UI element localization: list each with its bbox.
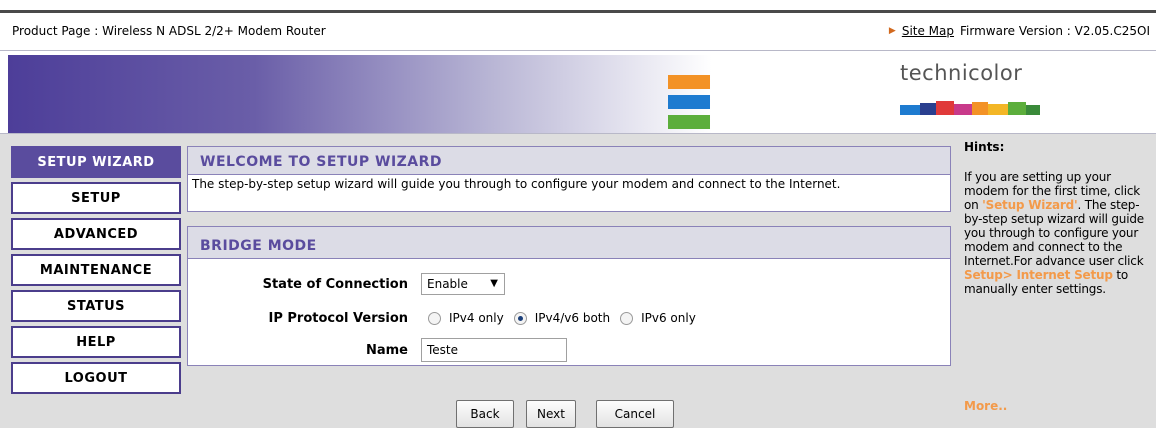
ip-protocol-radio-group: IPv4 only IPv4/v6 both IPv6 only xyxy=(428,311,706,325)
top-rule xyxy=(0,10,1156,13)
ipv6-only-radio[interactable] xyxy=(620,311,634,325)
nav-setup[interactable]: SETUP xyxy=(11,182,181,214)
nav-help[interactable]: HELP xyxy=(11,326,181,358)
banner: technicolor xyxy=(0,50,1156,134)
state-of-connection-label: State of Connection xyxy=(262,277,408,292)
nav-advanced[interactable]: ADVANCED xyxy=(11,218,181,250)
technicolor-logo: technicolor xyxy=(900,61,1040,121)
welcome-title: WELCOME TO SETUP WIZARD xyxy=(188,147,950,175)
more-link[interactable]: More.. xyxy=(964,399,1007,413)
hint-setup-wizard-link[interactable]: 'Setup Wizard' xyxy=(982,198,1078,212)
hint-internet-setup-link[interactable]: Setup> Internet Setup xyxy=(964,268,1113,282)
banner-gradient xyxy=(8,55,712,133)
next-button[interactable]: Next xyxy=(526,400,576,428)
product-title: Product Page : Wireless N ADSL 2/2+ Mode… xyxy=(12,24,326,38)
welcome-text: The step-by-step setup wizard will guide… xyxy=(192,177,841,191)
ipv4-only-radio[interactable] xyxy=(428,311,441,325)
logo-color-bars-icon xyxy=(900,99,1040,117)
hints-panel: Hints: If you are setting up your modem … xyxy=(956,134,1156,428)
ipv4-v6-both-label: IPv4/v6 both xyxy=(534,311,611,325)
welcome-panel: WELCOME TO SETUP WIZARD The step-by-step… xyxy=(187,146,951,212)
hints-body: If you are setting up your modem for the… xyxy=(964,170,1148,296)
site-map-link[interactable]: Site Map xyxy=(902,24,954,38)
orange-stripe xyxy=(668,75,710,89)
nav-setup-wizard[interactable]: SETUP WIZARD xyxy=(11,146,181,178)
state-of-connection-value: Enable xyxy=(427,277,468,291)
blue-stripe xyxy=(668,95,710,109)
arrow-right-icon: ▶ xyxy=(888,26,896,36)
bridge-mode-panel: BRIDGE MODE State of Connection Enable ▼… xyxy=(187,226,951,366)
firmware-version: Firmware Version : V2.05.C25OI xyxy=(960,24,1150,38)
bridge-mode-title: BRIDGE MODE xyxy=(188,227,950,259)
ipv4-only-label: IPv4 only xyxy=(449,311,504,325)
nav-status[interactable]: STATUS xyxy=(11,290,181,322)
logo-text: technicolor xyxy=(900,61,1023,85)
left-nav: SETUP WIZARD SETUP ADVANCED MAINTENANCE … xyxy=(0,134,183,428)
header-right: ▶ Site Map Firmware Version : V2.05.C25O… xyxy=(889,24,1150,38)
ipv6-only-label: IPv6 only xyxy=(641,311,696,325)
top-bar: Product Page : Wireless N ADSL 2/2+ Mode… xyxy=(0,0,1156,50)
nav-maintenance[interactable]: MAINTENANCE xyxy=(11,254,181,286)
nav-logout[interactable]: LOGOUT xyxy=(11,362,181,394)
name-input[interactable]: Teste xyxy=(421,338,567,362)
dropdown-arrow-icon: ▼ xyxy=(490,278,498,289)
hints-title: Hints: xyxy=(964,140,1005,154)
main-content: WELCOME TO SETUP WIZARD The step-by-step… xyxy=(183,134,956,428)
cancel-button[interactable]: Cancel xyxy=(596,400,674,428)
back-button[interactable]: Back xyxy=(456,400,514,428)
green-stripe xyxy=(668,115,710,129)
name-label: Name xyxy=(365,343,408,358)
ip-protocol-version-label: IP Protocol Version xyxy=(268,311,408,326)
ipv4-v6-both-radio[interactable] xyxy=(513,311,527,325)
state-of-connection-select[interactable]: Enable ▼ xyxy=(421,273,505,295)
